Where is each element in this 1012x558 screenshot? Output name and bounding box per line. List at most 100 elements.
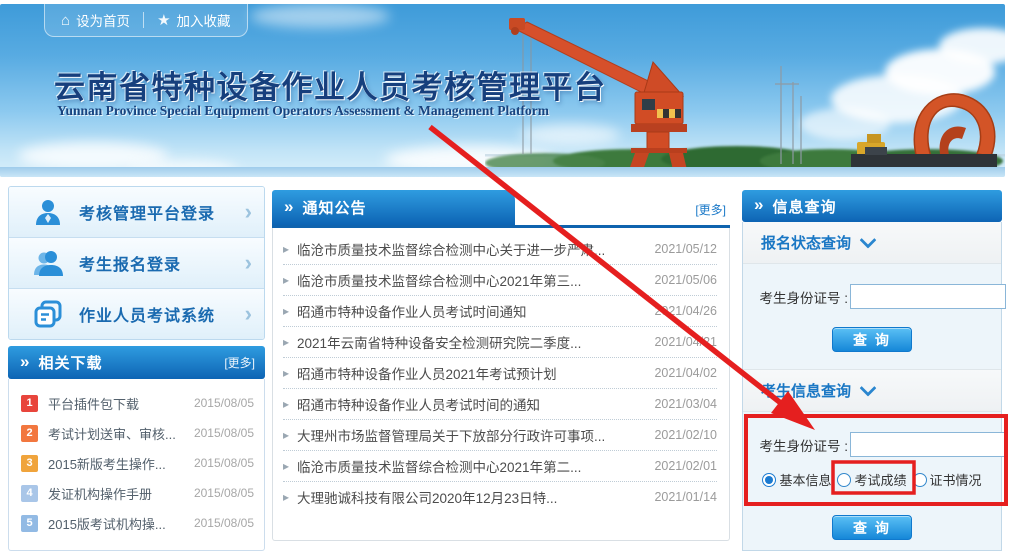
notices-header: » 通知公告 [更多] <box>272 190 730 228</box>
star-icon: ★ <box>157 11 170 29</box>
chevron-down-icon <box>860 231 877 248</box>
download-item[interactable]: 2 考试计划送审、审核... 2015/08/05 <box>9 418 264 448</box>
download-item-label: 2015新版考生操作... <box>48 454 184 473</box>
status-id-number-input[interactable] <box>850 284 1006 309</box>
info-query-button[interactable]: 查 询 <box>832 515 912 540</box>
notice-item[interactable]: ▸ 大理驰诚科技有限公司2020年12月23日特... 2021/01/14 <box>283 482 717 512</box>
notice-item[interactable]: ▸ 临沧市质量技术监督综合检测中心关于进一步严肃... 2021/05/12 <box>283 234 717 265</box>
downloads-list: 1 平台插件包下载 2015/08/05 2 考试计划送审、审核... 2015… <box>8 379 265 551</box>
login-item-assessment-platform[interactable]: 考核管理平台登录 › <box>9 187 264 237</box>
top-quick-links: ⌂ 设为首页 ★ 加入收藏 <box>44 4 248 37</box>
notice-item[interactable]: ▸ 昭通市特种设备作业人员考试时间的通知 2021/03/04 <box>283 389 717 420</box>
radio-exam-score[interactable]: 考试成绩 <box>837 470 906 489</box>
rank-badge: 1 <box>21 395 38 412</box>
bullet-icon: ▸ <box>283 397 289 411</box>
chevron-right-icon: › <box>245 252 252 274</box>
radio-certificate-status[interactable]: 证书情况 <box>913 470 982 489</box>
notice-item-date: 2021/03/04 <box>654 397 717 411</box>
set-homepage-label: 设为首页 <box>76 10 130 30</box>
tab-notices[interactable]: » 通知公告 <box>272 190 515 225</box>
site-title: 云南省特种设备作业人员考核管理平台 <box>54 62 607 107</box>
chevron-right-icon: › <box>245 201 252 223</box>
notices-title: 通知公告 <box>302 197 515 218</box>
download-item-date: 2015/08/05 <box>194 456 254 470</box>
chevron-down-icon <box>860 379 877 396</box>
site-subtitle: Yunnan Province Special Equipment Operat… <box>57 103 549 119</box>
candidate-info-title: 考生信息查询 <box>761 380 851 401</box>
bullet-icon: ▸ <box>283 366 289 380</box>
water-strip <box>0 167 1005 177</box>
add-favorite-link[interactable]: ★ 加入收藏 <box>157 10 230 30</box>
notice-item-title: 昭通市特种设备作业人员2021年考试预计划 <box>297 363 646 383</box>
exam-system-icon <box>33 299 63 329</box>
notice-item[interactable]: ▸ 昭通市特种设备作业人员考试时间通知 2021/04/26 <box>283 296 717 327</box>
login-item-candidate-registration[interactable]: 考生报名登录 › <box>9 237 264 288</box>
bullet-icon: ▸ <box>283 335 289 349</box>
download-item[interactable]: 4 发证机构操作手册 2015/08/05 <box>9 478 264 508</box>
registration-status-section-toggle[interactable]: 报名状态查询 <box>743 222 1001 264</box>
notice-item-title: 大理州市场监督管理局关于下放部分行政许可事项... <box>297 425 646 445</box>
user-icon <box>33 197 63 227</box>
info-type-radio-group: 基本信息 考试成绩 证书情况 <box>743 470 1001 489</box>
login-item-exam-system[interactable]: 作业人员考试系统 › <box>9 288 264 339</box>
notice-item[interactable]: ▸ 大理州市场监督管理局关于下放部分行政许可事项... 2021/02/10 <box>283 420 717 451</box>
notice-item-title: 2021年云南省特种设备安全检测研究院二季度... <box>297 332 646 352</box>
notice-item-date: 2021/01/14 <box>654 490 717 504</box>
download-item-label: 平台插件包下载 <box>48 394 184 413</box>
candidate-info-form: 考生身份证号 : 基本信息 考试成绩 证书情况 查 询 <box>743 412 1001 540</box>
radio-exam-score-label: 考试成绩 <box>854 470 906 489</box>
candidate-info-section-toggle[interactable]: 考生信息查询 <box>743 370 1001 412</box>
notice-item[interactable]: ▸ 临沧市质量技术监督综合检测中心2021年第三... 2021/05/06 <box>283 265 717 296</box>
radio-certificate-status-label: 证书情况 <box>930 470 982 489</box>
id-number-label: 考生身份证号 : <box>751 435 848 455</box>
download-item-date: 2015/08/05 <box>194 516 254 530</box>
users-icon <box>33 248 63 278</box>
double-arrow-icon: » <box>20 352 29 372</box>
set-homepage-link[interactable]: ⌂ 设为首页 <box>61 10 130 30</box>
download-item-date: 2015/08/05 <box>194 486 254 500</box>
bullet-icon: ▸ <box>283 459 289 473</box>
login-menu: 考核管理平台登录 › 考生报名登录 › 作业人员考试系统 › <box>8 186 265 340</box>
notice-item-date: 2021/04/21 <box>654 335 717 349</box>
info-id-number-input[interactable] <box>850 432 1006 457</box>
downloads-title: 相关下载 <box>38 352 224 373</box>
home-icon: ⌂ <box>61 12 70 29</box>
status-query-button[interactable]: 查 询 <box>832 327 912 352</box>
notice-item-date: 2021/02/10 <box>654 428 717 442</box>
divider <box>143 12 144 28</box>
notice-item[interactable]: ▸ 2021年云南省特种设备安全检测研究院二季度... 2021/04/21 <box>283 327 717 358</box>
downloads-more-link[interactable]: [更多] <box>224 354 255 371</box>
bullet-icon: ▸ <box>283 273 289 287</box>
page: ⌂ 设为首页 ★ 加入收藏 云南省特种设备作业人员考核管理平台 Yunnan P… <box>0 0 1012 558</box>
notices-list: ▸ 临沧市质量技术监督综合检测中心关于进一步严肃... 2021/05/12 ▸… <box>272 228 730 541</box>
radio-basic-info-label: 基本信息 <box>779 470 831 489</box>
notice-item-title: 临沧市质量技术监督综合检测中心关于进一步严肃... <box>297 239 646 259</box>
notice-item[interactable]: ▸ 临沧市质量技术监督综合检测中心2021年第二... 2021/02/01 <box>283 451 717 482</box>
notice-item[interactable]: ▸ 昭通市特种设备作业人员2021年考试预计划 2021/04/02 <box>283 358 717 389</box>
double-arrow-icon: » <box>754 195 763 215</box>
notice-item-date: 2021/02/01 <box>654 459 717 473</box>
download-item-date: 2015/08/05 <box>194 396 254 410</box>
notice-item-date: 2021/05/12 <box>654 242 717 256</box>
add-favorite-label: 加入收藏 <box>177 10 231 30</box>
rank-badge: 2 <box>21 425 38 442</box>
radio-icon <box>762 473 776 487</box>
rank-badge: 4 <box>21 485 38 502</box>
bullet-icon: ▸ <box>283 490 289 504</box>
download-item[interactable]: 3 2015新版考生操作... 2015/08/05 <box>9 448 264 478</box>
rank-badge: 5 <box>21 515 38 532</box>
login-item-label: 考生报名登录 <box>79 251 229 275</box>
double-arrow-icon: » <box>284 197 293 217</box>
download-item[interactable]: 5 2015版考试机构操... 2015/08/05 <box>9 508 264 538</box>
bullet-icon: ▸ <box>283 428 289 442</box>
banner: ⌂ 设为首页 ★ 加入收藏 云南省特种设备作业人员考核管理平台 Yunnan P… <box>0 4 1005 177</box>
download-item-label: 发证机构操作手册 <box>48 484 184 503</box>
chevron-right-icon: › <box>245 303 252 325</box>
radio-basic-info[interactable]: 基本信息 <box>762 470 831 489</box>
id-number-label: 考生身份证号 : <box>751 287 848 307</box>
download-item[interactable]: 1 平台插件包下载 2015/08/05 <box>9 388 264 418</box>
notices-more-link[interactable]: [更多] <box>695 201 726 218</box>
query-title: 信息查询 <box>772 196 1002 217</box>
notice-item-title: 大理驰诚科技有限公司2020年12月23日特... <box>297 487 646 507</box>
download-item-label: 2015版考试机构操... <box>48 514 184 533</box>
